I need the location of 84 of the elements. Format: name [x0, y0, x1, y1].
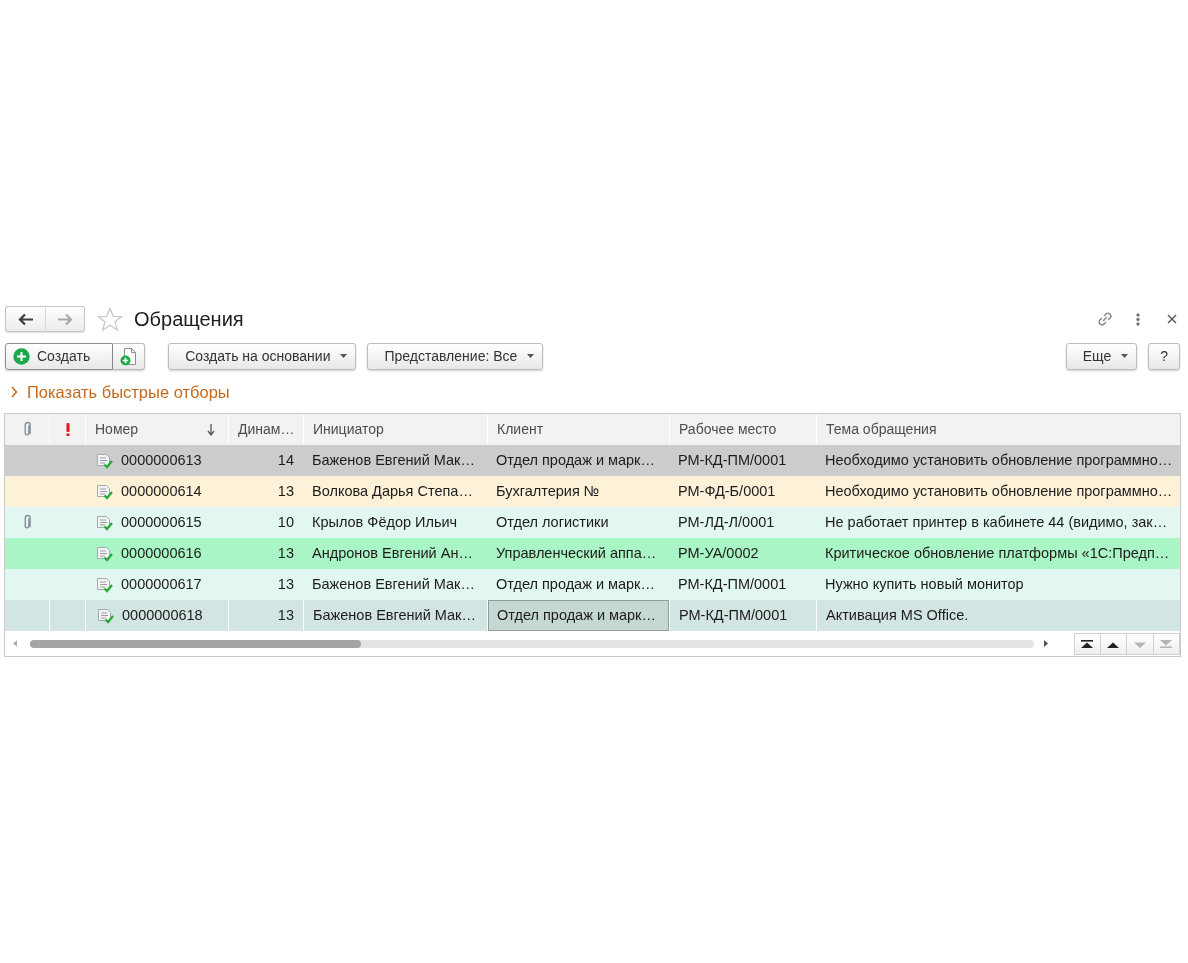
table-cell-text: Необходимо установить обновление программно… [824, 481, 1174, 501]
table-cell-text: 0000000618 [122, 605, 203, 625]
table-row[interactable]: 0000000615 10 Крылов Фёдор Ильич Отдел логистики РМ-ЛД-Л/0001 Не работает принтер в кабинете 44 (видимо, зак… [5, 507, 1180, 538]
table-cell-text: 13 [276, 574, 295, 594]
document-check-icon [97, 607, 115, 624]
right-arrow-icon [57, 312, 73, 326]
caret-icon [1121, 354, 1129, 358]
table-row[interactable]: 0000000616 13 Андронов Евгений Ан… Управленческий аппа… РМ-УА/0002 Критическое обновление платформы «1С:Предп… [5, 538, 1180, 569]
table-cell-text: Баженов Евгений Мак… [311, 574, 476, 594]
chevron-icon[interactable] [10, 386, 18, 398]
left-arrow-icon [17, 312, 34, 326]
table-cell-text: Необходимо установить обновление программно… [824, 450, 1174, 470]
column-header[interactable]: Тема обращения [826, 419, 937, 440]
document-check-icon [96, 483, 114, 500]
table-cell-text: РМ-КД-ПМ/0001 [677, 450, 788, 470]
table-cell-text: Критическое обновление платформы «1С:Предп… [824, 543, 1171, 563]
table-cell-text: 0000000617 [121, 574, 202, 594]
table-cell-text: 0000000616 [121, 543, 202, 563]
table-cell-text: Андронов Евгений Ан… [311, 543, 474, 563]
table-cell-text: Бухгалтерия № [495, 481, 601, 501]
column-header[interactable]: Номер [95, 419, 139, 440]
table-cell-text: Отдел продаж и марк… [495, 574, 656, 594]
scrollbar-thumb[interactable] [30, 639, 362, 648]
table-cell-text: 13 [276, 543, 295, 563]
table-cell-text: Управленческий аппа… [495, 543, 658, 563]
table-cell-text: 0000000615 [121, 512, 202, 532]
show-filters-link[interactable]: Показать быстрые отборы [27, 379, 230, 405]
dropdown-button[interactable]: Представление: Все [367, 342, 544, 370]
back-button[interactable] [5, 306, 45, 332]
table-cell-text: Волкова Дарья Степа… [311, 481, 474, 501]
table-cell: Активация MS Office. [816, 600, 1180, 631]
more-icon[interactable] [1136, 312, 1140, 326]
star-icon[interactable] [97, 306, 123, 332]
table-cell-text: 0000000614 [121, 481, 202, 501]
link-icon[interactable] [1096, 310, 1114, 328]
document-check-icon [96, 576, 114, 593]
plus-icon [13, 347, 30, 365]
last-row-icon [1160, 639, 1173, 648]
table-cell-text: Отдел логистики [495, 512, 610, 532]
dropdown-button[interactable]: Создать на основании [168, 342, 357, 370]
column-header[interactable]: Рабочее место [679, 419, 777, 440]
table-cell-text: Баженов Евгений Мак… [311, 450, 476, 470]
new-document-button[interactable] [113, 342, 146, 370]
table-cell-text: 13 [276, 481, 295, 501]
table-cell-text: Нужно купить новый монитор [824, 574, 1025, 594]
column-header[interactable]: Клиент [497, 419, 544, 440]
first-row-icon [1081, 639, 1094, 648]
table-row[interactable]: 0000000614 13 Волкова Дарья Степа… Бухгалтерия № РМ-ФД-Б/0001 Необходимо установить обновление программно… [5, 476, 1180, 507]
document-plus-icon [120, 346, 138, 366]
table-cell-text: 0000000613 [121, 450, 202, 470]
table-cell-text: РМ-УА/0002 [677, 543, 760, 563]
table-cell: РМ-КД-ПМ/0001 [669, 600, 816, 631]
table-cell-text: 14 [276, 450, 295, 470]
create-button[interactable]: Создать [5, 342, 114, 370]
caret-icon [527, 354, 535, 358]
table-cell-text: Отдел продаж и марк… [495, 450, 656, 470]
help-button[interactable]: ? [1148, 342, 1180, 370]
table-row[interactable]: 0000000617 13 Баженов Евгений Мак… Отдел продаж и марк… РМ-КД-ПМ/0001 Нужно купить новый монитор [5, 569, 1180, 600]
document-check-icon [96, 514, 114, 531]
paperclip-icon [22, 421, 32, 438]
scroll-right-icon[interactable] [1044, 640, 1048, 647]
column-header[interactable]: Инициатор [313, 419, 384, 440]
caret-icon [340, 354, 348, 358]
table-cell-text: 10 [276, 512, 295, 532]
window-title: Обращения [134, 307, 244, 332]
document-check-icon [96, 452, 114, 469]
table-cell-text: Не работает принтер в кабинете 44 (видимо, зак… [824, 512, 1169, 532]
dropdown-button[interactable]: Еще [1065, 342, 1138, 370]
table-row[interactable]: 0000000613 14 Баженов Евгений Мак… Отдел продаж и марк… РМ-КД-ПМ/0001 Необходимо установить обновление программно… [5, 445, 1180, 476]
table-cell-text: РМ-ФД-Б/0001 [677, 481, 777, 501]
table-cell-text: РМ-КД-ПМ/0001 [677, 574, 788, 594]
close-icon[interactable] [1167, 314, 1177, 324]
row-navigation-button[interactable] [1074, 632, 1101, 655]
document-check-icon [96, 545, 114, 562]
table-row[interactable]: 0000000618 13 Баженов Евгений Мак… Отдел продаж и марк… РМ-КД-ПМ/0001 Активация MS Office. [5, 600, 1180, 631]
exclamation-icon [65, 423, 70, 436]
table-cell: 13 [228, 600, 303, 631]
scroll-left-icon[interactable] [13, 640, 17, 647]
table-cell-text: Крылов Фёдор Ильич [311, 512, 459, 532]
table-cell: Отдел продаж и марк… [487, 600, 669, 631]
column-header[interactable]: Динам… [238, 419, 295, 440]
row-navigation-button[interactable] [1100, 632, 1127, 655]
table-cell-text: РМ-ЛД-Л/0001 [677, 512, 776, 532]
horizontal-scrollbar[interactable] [30, 639, 1034, 648]
